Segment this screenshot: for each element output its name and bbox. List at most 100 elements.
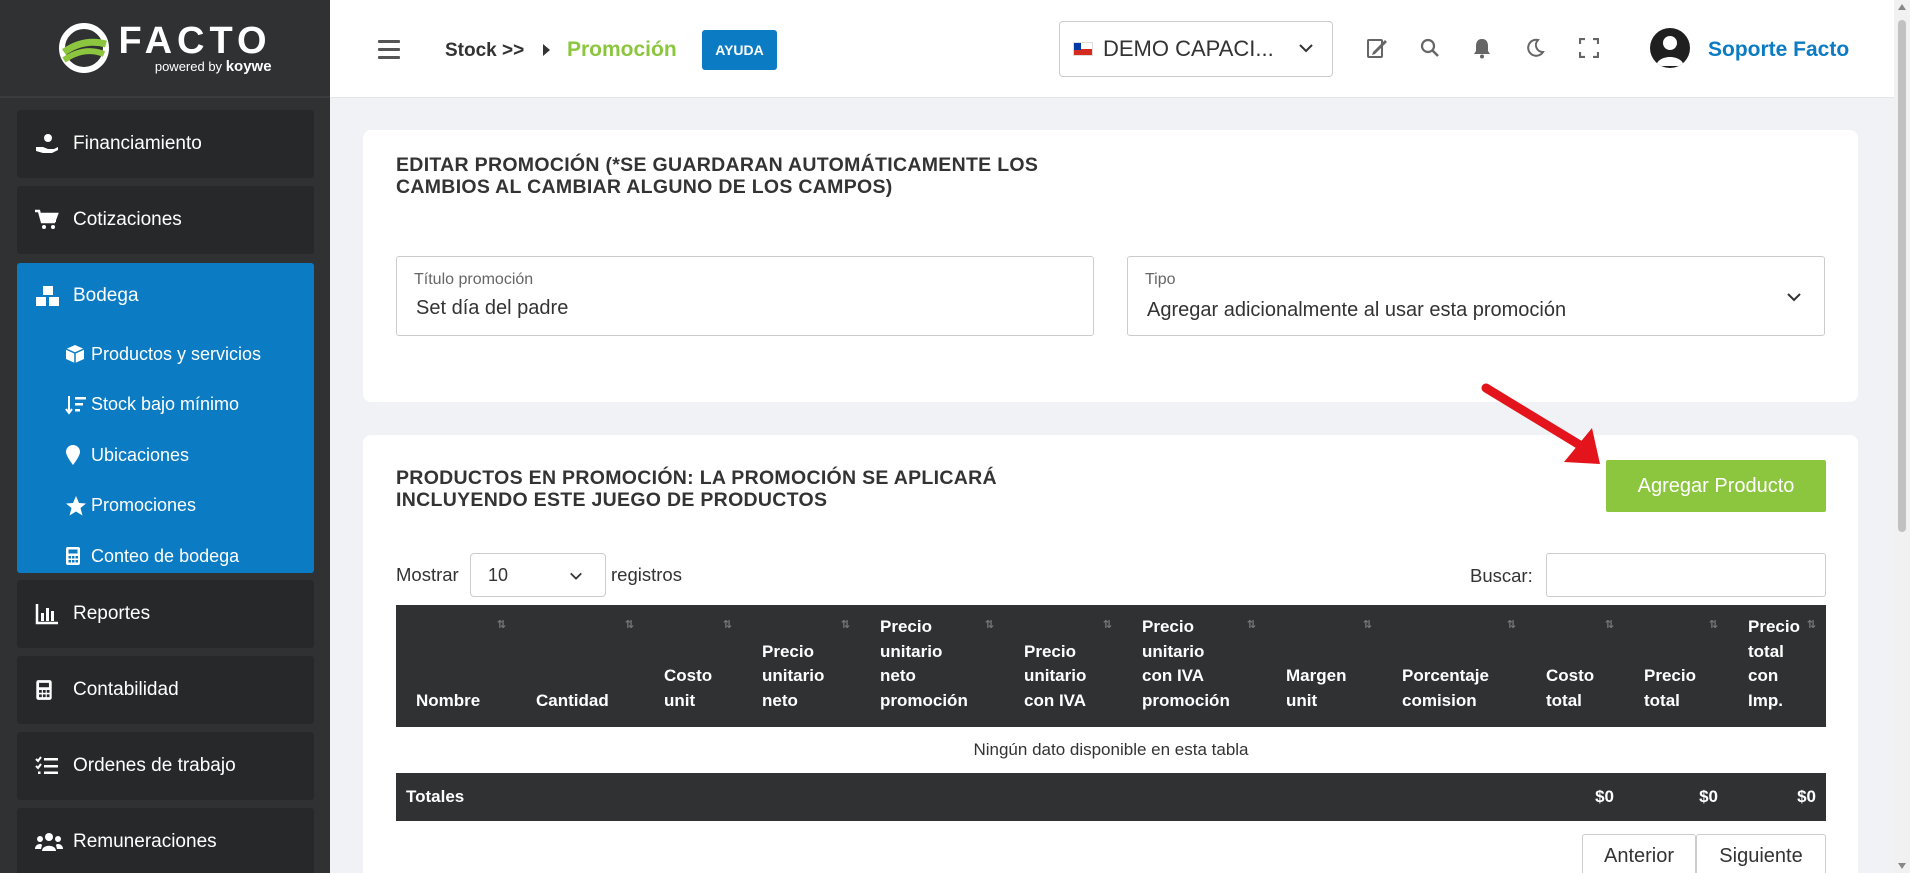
column-header[interactable]: Precio unitario neto ⇅ — [742, 605, 860, 727]
sort-icon: ⇅ — [984, 619, 994, 631]
column-header-text: Costo — [1546, 666, 1595, 685]
column-header[interactable]: Precio unitario con IVA promoción ⇅ — [1122, 605, 1266, 727]
page-scrollbar[interactable] — [1894, 0, 1910, 873]
brand-partner: koywe — [225, 57, 272, 75]
promotion-type-select[interactable]: Tipo Agregar adicionalmente al usar esta… — [1127, 256, 1825, 336]
page-length-value: 10 — [488, 564, 509, 585]
previous-page-button[interactable]: Anterior — [1582, 834, 1696, 873]
column-header-text: total — [1748, 641, 1784, 661]
column-header-text: comision — [1402, 690, 1477, 710]
sidebar-subitem-promociones[interactable]: Promociones — [17, 481, 314, 532]
sidebar-item-financiamiento[interactable]: Financiamiento — [17, 110, 314, 178]
column-header-text: unit — [1286, 690, 1318, 710]
fullscreen-icon[interactable] — [1577, 36, 1601, 60]
column-header[interactable]: Precio total ⇅ — [1624, 605, 1728, 727]
column-header-text: unitario — [880, 641, 943, 661]
table-header-row: Nombre ⇅ Cantidad ⇅ Costo unit ⇅ Precio unitario… — [396, 605, 1826, 727]
column-header[interactable]: Margen unit ⇅ — [1266, 605, 1382, 727]
column-header[interactable]: Precio unitario neto promoción ⇅ — [860, 605, 1004, 727]
sidebar-subitem-conteo-bodega[interactable]: Conteo de bodega — [17, 531, 314, 582]
column-header-text: promoción — [1142, 690, 1230, 710]
column-header-text: Cantidad — [536, 690, 609, 710]
column-header-text: Nombre — [416, 690, 481, 710]
sort-icon: ⇅ — [624, 619, 634, 631]
annotation-arrow-icon — [1481, 383, 1600, 464]
sort-icon: ⇅ — [1362, 619, 1372, 631]
sort-icon: ⇅ — [1102, 619, 1112, 631]
breadcrumb-parent[interactable]: Stock >> — [445, 40, 524, 62]
sidebar-item-bodega[interactable]: Bodega — [17, 263, 314, 329]
brand-logo[interactable]: FACTO powered by koywe — [0, 0, 330, 98]
total-price-value: $0 — [1624, 773, 1728, 821]
column-header-text: Precio — [1024, 641, 1076, 661]
chart-icon — [35, 602, 65, 626]
search-label: Buscar: — [1470, 565, 1533, 586]
company-selector[interactable]: DEMO CAPACI... — [1059, 21, 1333, 77]
sidebar-item-remuneraciones[interactable]: Remuneraciones — [17, 808, 314, 873]
add-product-button[interactable]: Agregar Producto — [1606, 460, 1826, 512]
sidebar-subitem-stock-bajo-minimo[interactable]: Stock bajo mínimo — [17, 380, 314, 431]
promotion-title-field[interactable]: Título promoción Set día del padre — [396, 256, 1094, 336]
column-header-text: unitario — [1142, 641, 1205, 661]
dark-mode-moon-icon[interactable] — [1523, 36, 1547, 60]
sort-icon: ⇅ — [1604, 619, 1614, 631]
sidebar-item-label: Financiamiento — [73, 133, 202, 154]
star-icon — [65, 495, 89, 517]
sidebar-subitem-label: Ubicaciones — [91, 444, 190, 465]
brand-name: FACTO — [118, 19, 272, 62]
column-header[interactable]: Precio unitario con IVA ⇅ — [1004, 605, 1122, 727]
totals-row: Totales $0 $0 $0 — [396, 773, 1826, 821]
show-entries-label: Mostrar — [396, 564, 459, 585]
column-header[interactable]: Precio total con Imp. ⇅ — [1728, 605, 1826, 727]
help-button[interactable]: AYUDA — [702, 30, 777, 70]
scroll-up-arrow-icon[interactable] — [1898, 4, 1906, 10]
map-pin-icon — [65, 444, 89, 466]
sort-icon: ⇅ — [840, 619, 850, 631]
sidebar-item-ordenes-trabajo[interactable]: Ordenes de trabajo — [17, 732, 314, 800]
sidebar-item-contabilidad[interactable]: Contabilidad — [17, 656, 314, 724]
table-empty-row: Ningún dato disponible en esta tabla — [396, 727, 1826, 773]
sidebar-subitem-productos[interactable]: Productos y servicios — [17, 329, 314, 380]
chevron-down-icon — [570, 572, 582, 580]
promotion-products-title: PRODUCTOS EN PROMOCIÓN: LA PROMOCIÓN SE … — [396, 467, 997, 511]
column-header-text: con IVA — [1142, 666, 1205, 685]
records-label: registros — [611, 564, 682, 585]
chevron-down-icon — [1299, 44, 1313, 53]
brand-powered: powered by — [154, 58, 223, 74]
next-page-button[interactable]: Siguiente — [1696, 834, 1826, 873]
top-bar: Stock >> Promoción AYUDA DEMO CAPACI... … — [330, 0, 1894, 98]
scrollbar-thumb[interactable] — [1898, 20, 1906, 532]
boxes-icon — [35, 285, 65, 307]
search-icon[interactable] — [1418, 36, 1442, 60]
column-header-text: unitario — [1024, 666, 1087, 685]
user-name[interactable]: Soporte Facto — [1708, 38, 1849, 62]
sidebar-item-reportes[interactable]: Reportes — [17, 580, 314, 648]
column-header-text: Margen — [1286, 666, 1347, 685]
sort-down-icon — [65, 395, 89, 415]
box-icon — [65, 344, 89, 364]
user-avatar[interactable] — [1650, 28, 1690, 68]
chevron-down-icon — [1787, 293, 1801, 302]
bell-icon[interactable] — [1470, 36, 1494, 60]
promotion-title-value[interactable]: Set día del padre — [416, 297, 568, 320]
table-search-input[interactable] — [1546, 553, 1826, 597]
edit-document-icon[interactable] — [1365, 36, 1389, 60]
column-header-text: unit — [664, 690, 696, 710]
column-header[interactable]: Costo total ⇅ — [1526, 605, 1624, 727]
page-length-select[interactable]: 10 — [470, 553, 606, 597]
breadcrumb-current: Promoción — [567, 38, 677, 61]
column-header-text: Porcentaje — [1402, 666, 1489, 685]
column-header-text: con IVA — [1024, 690, 1087, 710]
column-header-text: total — [1644, 690, 1680, 710]
sidebar-subitem-ubicaciones[interactable]: Ubicaciones — [17, 430, 314, 481]
scroll-down-arrow-icon[interactable] — [1898, 863, 1906, 869]
sidebar-item-cotizaciones[interactable]: Cotizaciones — [17, 186, 314, 254]
column-header[interactable]: Costo unit ⇅ — [644, 605, 742, 727]
column-header[interactable]: Nombre ⇅ — [396, 605, 516, 727]
cart-icon — [35, 208, 65, 232]
menu-toggle-icon[interactable] — [378, 40, 400, 64]
column-header[interactable]: Porcentaje comision ⇅ — [1382, 605, 1526, 727]
sidebar-item-label: Bodega — [73, 285, 139, 306]
column-header-text: Precio — [762, 641, 814, 661]
column-header[interactable]: Cantidad ⇅ — [516, 605, 644, 727]
